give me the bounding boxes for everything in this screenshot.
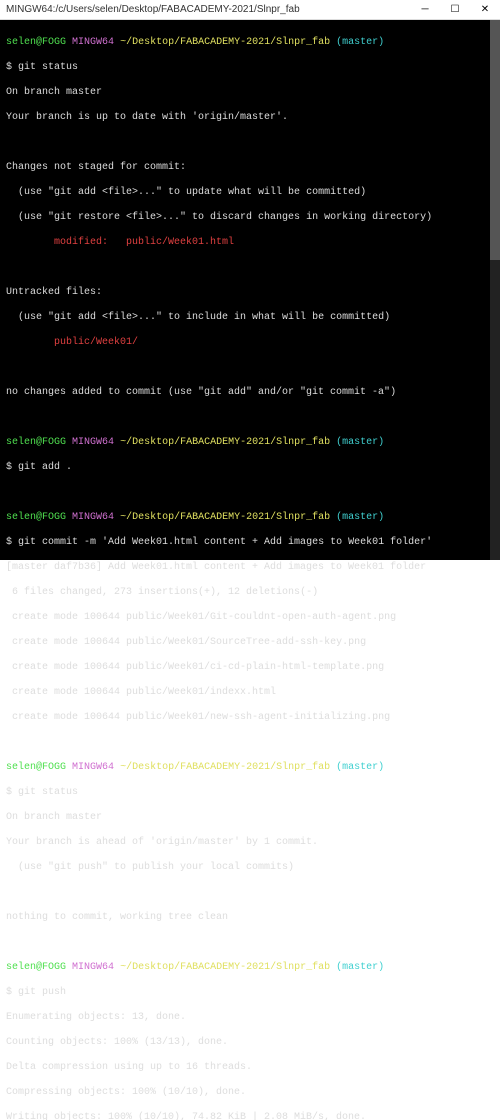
out-line: create mode 100644 public/Week01/new-ssh… <box>6 712 494 725</box>
prompt-branch: (master) <box>336 762 384 773</box>
dollar: $ <box>6 537 18 548</box>
prompt-host: MINGW64 <box>72 512 114 523</box>
out-line: (use "git add <file>..." to include in w… <box>6 312 494 325</box>
prompt-user: selen@FOGG <box>6 512 66 523</box>
out-line: (use "git add <file>..." to update what … <box>6 187 494 200</box>
minimize-button[interactable]: ─ <box>410 0 440 20</box>
out-line: Counting objects: 100% (13/13), done. <box>6 1037 494 1050</box>
out-line: Your branch is ahead of 'origin/master' … <box>6 837 494 850</box>
prompt-host: MINGW64 <box>72 37 114 48</box>
untracked-file: public/Week01/ <box>6 337 494 350</box>
out-line: Delta compression using up to 16 threads… <box>6 1062 494 1075</box>
prompt-branch: (master) <box>336 962 384 973</box>
cmd-status: git status <box>18 62 78 73</box>
prompt-host: MINGW64 <box>72 962 114 973</box>
out-line: create mode 100644 public/Week01/Git-cou… <box>6 612 494 625</box>
prompt-path: ~/Desktop/FABACADEMY-2021/Slnpr_fab <box>120 37 330 48</box>
titlebar: MINGW64:/c/Users/selen/Desktop/FABACADEM… <box>0 0 500 20</box>
window-controls: ─ ☐ ✕ <box>410 0 500 20</box>
out-line: [master daf7b36] Add Week01.html content… <box>6 562 494 575</box>
cmd-status: git status <box>18 787 78 798</box>
out-line: no changes added to commit (use "git add… <box>6 387 494 400</box>
out-line: (use "git restore <file>..." to discard … <box>6 212 494 225</box>
cmd-add: git add . <box>18 462 72 473</box>
prompt-path: ~/Desktop/FABACADEMY-2021/Slnpr_fab <box>120 512 330 523</box>
prompt-branch: (master) <box>336 437 384 448</box>
out-line: On branch master <box>6 812 494 825</box>
prompt-host: MINGW64 <box>72 437 114 448</box>
prompt-path: ~/Desktop/FABACADEMY-2021/Slnpr_fab <box>120 962 330 973</box>
prompt-user: selen@FOGG <box>6 37 66 48</box>
dollar: $ <box>6 787 18 798</box>
out-line: Your branch is up to date with 'origin/m… <box>6 112 494 125</box>
out-line: Enumerating objects: 13, done. <box>6 1012 494 1025</box>
cmd-commit: git commit -m 'Add Week01.html content +… <box>18 537 432 548</box>
out-line: create mode 100644 public/Week01/indexx.… <box>6 687 494 700</box>
prompt-user: selen@FOGG <box>6 762 66 773</box>
out-line: create mode 100644 public/Week01/SourceT… <box>6 637 494 650</box>
out-line: (use "git push" to publish your local co… <box>6 862 494 875</box>
prompt-user: selen@FOGG <box>6 962 66 973</box>
dollar: $ <box>6 62 18 73</box>
prompt-path: ~/Desktop/FABACADEMY-2021/Slnpr_fab <box>120 762 330 773</box>
prompt-path: ~/Desktop/FABACADEMY-2021/Slnpr_fab <box>120 437 330 448</box>
out-line: nothing to commit, working tree clean <box>6 912 494 925</box>
out-line: create mode 100644 public/Week01/ci-cd-p… <box>6 662 494 675</box>
prompt-branch: (master) <box>336 512 384 523</box>
out-line: On branch master <box>6 87 494 100</box>
prompt-branch: (master) <box>336 37 384 48</box>
close-button[interactable]: ✕ <box>470 0 500 20</box>
out-line: Changes not staged for commit: <box>6 162 494 175</box>
out-line: Untracked files: <box>6 287 494 300</box>
out-line: Writing objects: 100% (10/10), 74.82 KiB… <box>6 1112 494 1120</box>
out-line: 6 files changed, 273 insertions(+), 12 d… <box>6 587 494 600</box>
modified-file: public/Week01.html <box>126 237 234 248</box>
modified-label: modified: <box>6 237 126 248</box>
dollar: $ <box>6 987 18 998</box>
prompt-user: selen@FOGG <box>6 437 66 448</box>
dollar: $ <box>6 462 18 473</box>
prompt-host: MINGW64 <box>72 762 114 773</box>
out-line: Compressing objects: 100% (10/10), done. <box>6 1087 494 1100</box>
cmd-push: git push <box>18 987 66 998</box>
window-title: MINGW64:/c/Users/selen/Desktop/FABACADEM… <box>6 4 300 15</box>
terminal[interactable]: selen@FOGG MINGW64 ~/Desktop/FABACADEMY-… <box>0 20 500 560</box>
maximize-button[interactable]: ☐ <box>440 0 470 20</box>
scrollbar-thumb[interactable] <box>490 20 500 260</box>
